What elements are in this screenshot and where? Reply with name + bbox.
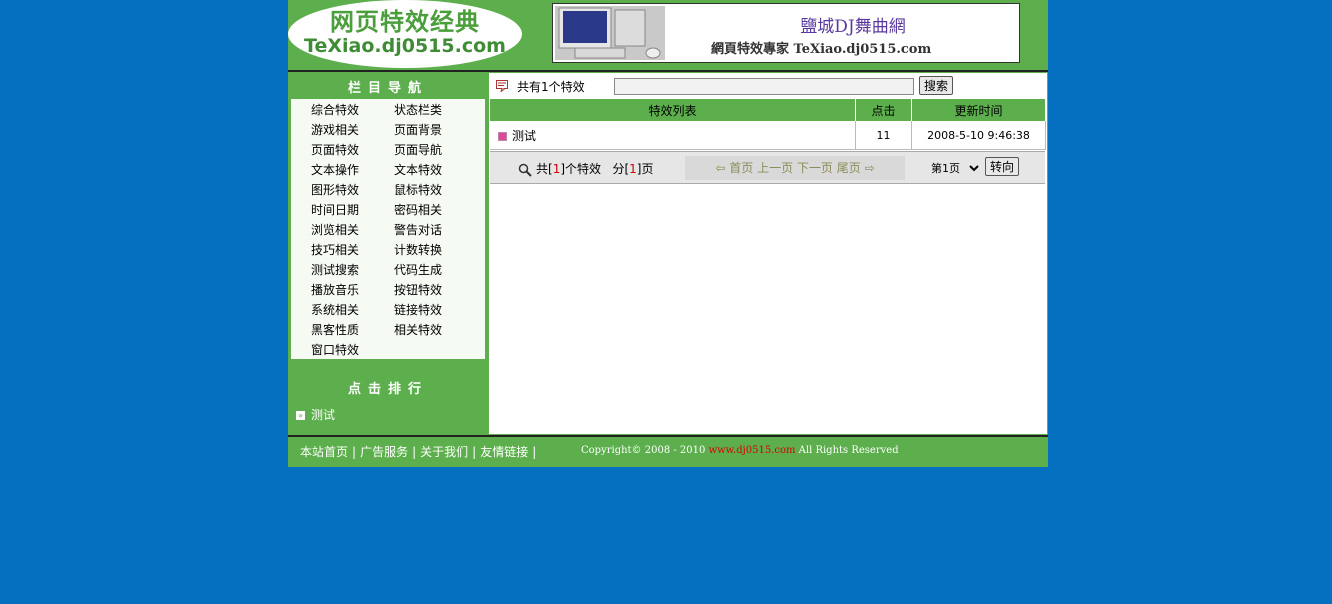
nav-item[interactable]: 相关特效 — [394, 321, 442, 338]
pager-total-suffix: ]个特效 — [560, 162, 602, 176]
nav-item[interactable]: 浏览相关 — [311, 221, 359, 238]
separator: | — [472, 445, 477, 459]
page-container: 网页特效经典 TeXiao.dj0515.com 鹽城DJ舞曲網 網頁特效專家 … — [288, 0, 1048, 467]
row-name-cell[interactable]: 测试 — [490, 121, 856, 150]
prev-page-link[interactable]: 上一页 — [757, 161, 793, 175]
nav-item[interactable]: 综合特效 — [311, 101, 359, 118]
footer-link-ads[interactable]: 广告服务 — [360, 445, 408, 459]
comment-icon — [496, 80, 508, 92]
nav-item[interactable]: 系统相关 — [311, 301, 359, 318]
nav-item[interactable]: 鼠标特效 — [394, 181, 442, 198]
search-input[interactable] — [614, 78, 914, 95]
first-page-link[interactable]: 首页 — [729, 161, 753, 175]
column-header-clicks[interactable]: 点击 — [855, 99, 912, 121]
banner-ad[interactable]: 鹽城DJ舞曲網 網頁特效專家 TeXiao.dj0515.com — [552, 3, 1020, 63]
rank-heading: 点击排行 — [347, 382, 428, 397]
pager-nav: ⇦ 首页 上一页 下一页 尾页 ⇨ — [685, 156, 905, 180]
copyright-site-link[interactable]: www.dj0515.com — [709, 445, 796, 456]
search-icon — [518, 163, 532, 177]
nav-item[interactable]: 游戏相关 — [311, 121, 359, 138]
computer-icon — [555, 6, 665, 60]
pager-pages: 1 — [629, 162, 637, 176]
nav-item[interactable]: 链接特效 — [394, 301, 442, 318]
footer-link-about[interactable]: 关于我们 — [420, 445, 468, 459]
site-logo[interactable]: 网页特效经典 TeXiao.dj0515.com — [288, 0, 522, 68]
sidebar: 栏目导航 综合特效 状态栏类 游戏相关 页面背景 页面特效 页面导航 文本操作 … — [288, 72, 488, 435]
go-button[interactable]: 转向 — [985, 157, 1019, 176]
nav-item[interactable]: 黑客性质 — [311, 321, 359, 338]
nav-item[interactable]: 状态栏类 — [394, 101, 442, 118]
copyright-suffix: All Rights Reserved — [798, 445, 899, 456]
pager-pages-prefix: 分[ — [612, 162, 630, 176]
copyright-prefix: Copyright© 2008 - 2010 — [581, 445, 706, 456]
nav-item[interactable]: 窗口特效 — [311, 341, 359, 358]
footer-link-home[interactable]: 本站首页 — [300, 445, 348, 459]
nav-item[interactable]: 按钮特效 — [394, 281, 442, 298]
header: 网页特效经典 TeXiao.dj0515.com 鹽城DJ舞曲網 網頁特效專家 … — [288, 0, 1048, 72]
arrow-right-icon: » — [296, 411, 305, 420]
rank-item-label: 测试 — [311, 408, 336, 422]
nav-item[interactable]: 时间日期 — [311, 201, 359, 218]
rank-list: » 测试 — [296, 406, 335, 423]
logo-url: TeXiao.dj0515.com — [304, 35, 506, 57]
row-updated: 2008-5-10 9:46:38 — [911, 121, 1046, 150]
logo-title: 网页特效经典 — [330, 7, 480, 36]
separator: | — [532, 445, 537, 459]
nav-item[interactable]: 测试搜索 — [311, 261, 359, 278]
next-page-link[interactable]: 下一页 — [797, 161, 833, 175]
effect-count: 共有1个特效 — [517, 80, 585, 94]
column-header-updated[interactable]: 更新时间 — [911, 99, 1046, 121]
page-select[interactable]: 第1页 — [927, 159, 982, 177]
banner-title: 鹽城DJ舞曲網 — [800, 17, 906, 37]
nav-item[interactable]: 技巧相关 — [311, 241, 359, 258]
arrow-right-icon: ⇨ — [864, 161, 875, 175]
nav-heading: 栏目导航 — [347, 81, 428, 96]
effects-table: 特效列表 点击 更新时间 测试 11 2008-5-10 9:46:38 — [490, 99, 1046, 150]
separator: | — [412, 445, 417, 459]
column-header-name[interactable]: 特效列表 — [490, 99, 856, 121]
category-nav: 综合特效 状态栏类 游戏相关 页面背景 页面特效 页面导航 文本操作 文本特效 … — [291, 99, 485, 359]
nav-item[interactable]: 代码生成 — [394, 261, 442, 278]
last-page-link[interactable]: 尾页 — [837, 161, 861, 175]
footer-link-friends[interactable]: 友情链接 — [480, 445, 528, 459]
banner-subtitle: 網頁特效專家 TeXiao.dj0515.com — [711, 42, 932, 57]
arrow-left-icon: ⇦ — [715, 161, 726, 175]
pager-summary: 共[1]个特效 分[1]页 — [518, 160, 653, 177]
row-name[interactable]: 测试 — [512, 129, 536, 143]
table-row: 测试 11 2008-5-10 9:46:38 — [490, 121, 1046, 150]
copyright: Copyright© 2008 - 2010 www.dj0515.com Al… — [581, 445, 899, 456]
nav-item[interactable]: 警告对话 — [394, 221, 442, 238]
nav-item[interactable]: 页面特效 — [311, 141, 359, 158]
table-header-row: 特效列表 点击 更新时间 — [490, 99, 1046, 121]
nav-item[interactable]: 页面导航 — [394, 141, 442, 158]
item-icon — [498, 131, 507, 141]
nav-item[interactable]: 文本特效 — [394, 161, 442, 178]
pagination-bar: 共[1]个特效 分[1]页 ⇦ 首页 上一页 下一页 尾页 ⇨ 第1页 转向 — [490, 151, 1045, 184]
footer: 本站首页 | 广告服务 | 关于我们 | 友情链接 | Copyright© 2008 - 2… — [288, 437, 1048, 467]
nav-item[interactable]: 页面背景 — [394, 121, 442, 138]
nav-item[interactable]: 计数转换 — [394, 241, 442, 258]
row-clicks: 11 — [855, 121, 912, 150]
pager-pages-suffix: ]页 — [636, 162, 654, 176]
nav-item[interactable]: 文本操作 — [311, 161, 359, 178]
main-content: 共有1个特效 搜索 特效列表 点击 更新时间 测试 11 2008-5-10 9… — [489, 73, 1047, 434]
nav-item[interactable]: 图形特效 — [311, 181, 359, 198]
nav-item[interactable]: 播放音乐 — [311, 281, 359, 298]
pager-total-prefix: 共[ — [536, 162, 553, 176]
search-button[interactable]: 搜索 — [919, 76, 953, 95]
rank-item[interactable]: » 测试 — [296, 406, 335, 423]
nav-item[interactable]: 密码相关 — [394, 201, 442, 218]
separator: | — [352, 445, 357, 459]
footer-links: 本站首页 | 广告服务 | 关于我们 | 友情链接 | — [300, 443, 540, 460]
